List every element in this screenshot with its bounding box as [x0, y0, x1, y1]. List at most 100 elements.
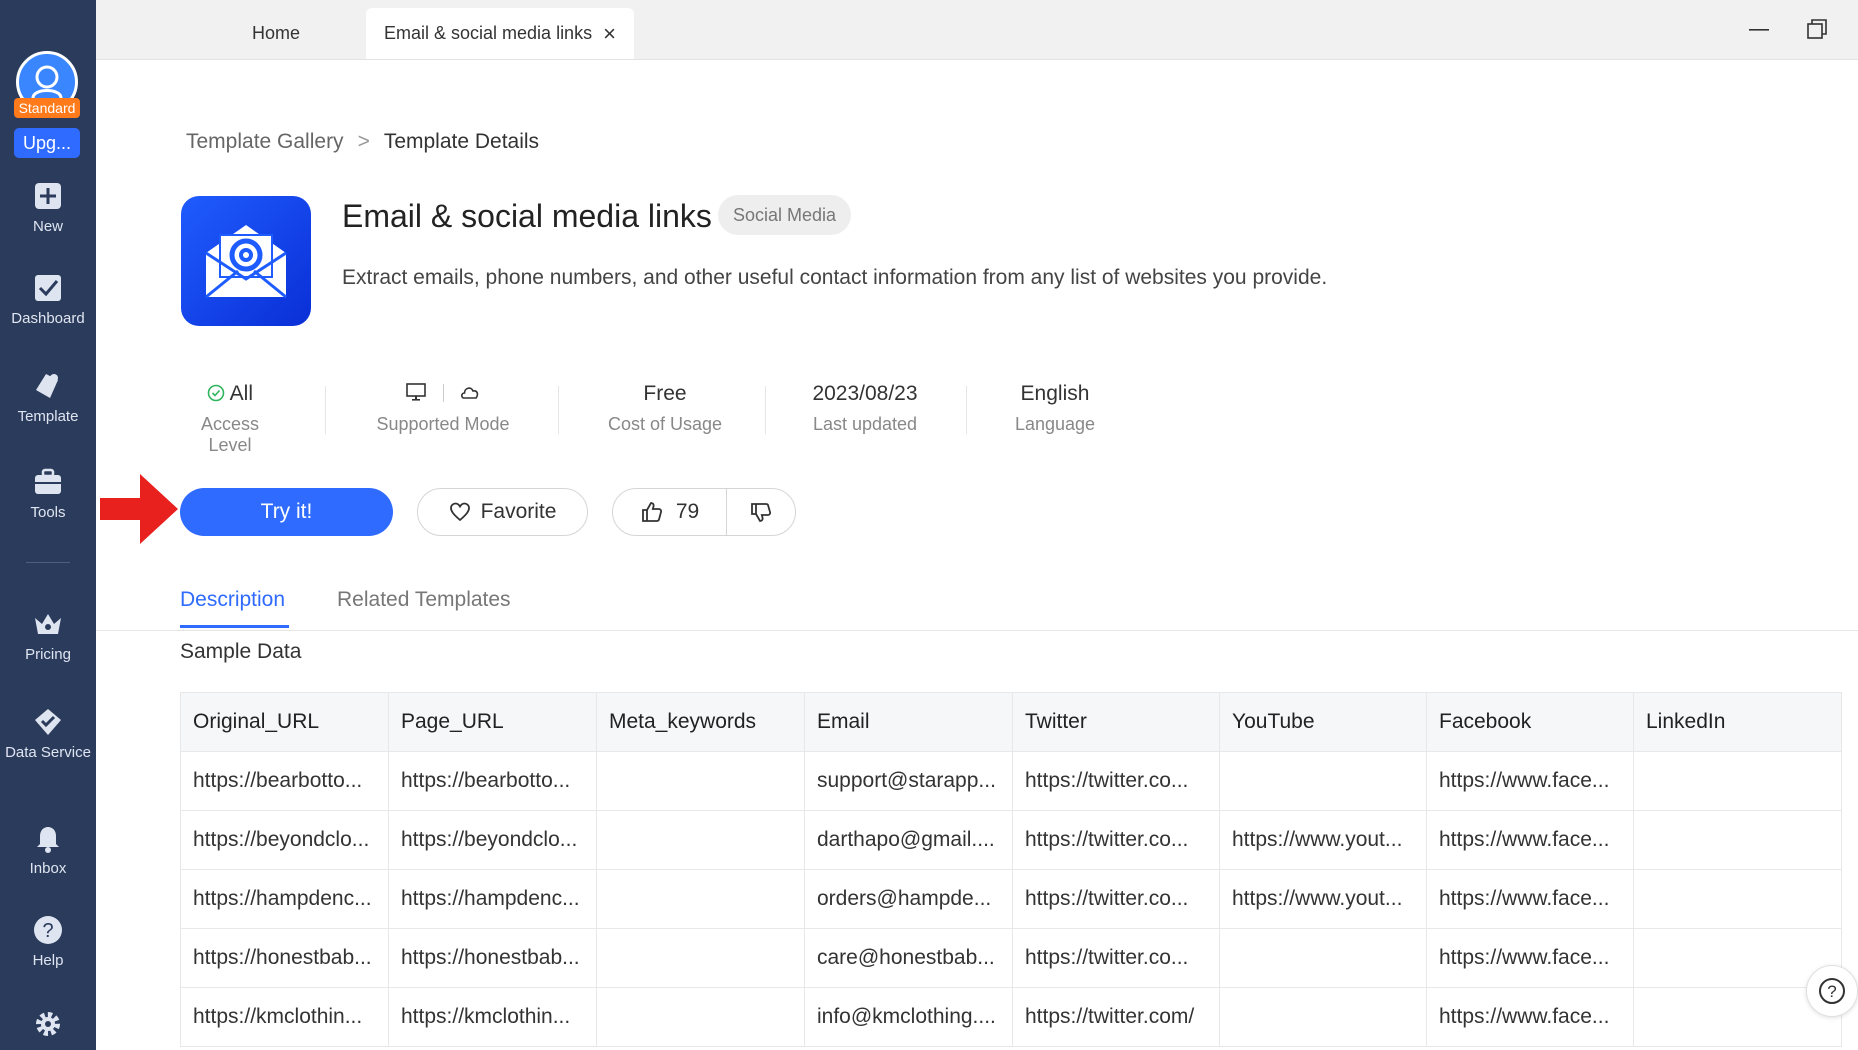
table-cell: https://bearbotto...: [388, 751, 597, 811]
like-count: 79: [675, 500, 700, 523]
sidebar-item-label: Dashboard: [11, 310, 85, 327]
sidebar-item-label: Help: [32, 952, 64, 969]
breadcrumb-current: Template Details: [383, 130, 540, 153]
column-header: Page_URL: [388, 692, 597, 752]
category-tag[interactable]: Social Media: [718, 195, 852, 235]
table-cell: [1633, 869, 1842, 929]
table-cell: https://www.face...: [1426, 751, 1634, 811]
table-cell: [1219, 987, 1427, 1047]
meta-access-level: All Access Level: [180, 380, 280, 456]
table-cell: [596, 751, 805, 811]
table-cell: [1633, 751, 1842, 811]
meta-last-updated: 2023/08/23 Last updated: [805, 380, 925, 435]
language-label: Language: [1014, 414, 1096, 434]
user-avatar[interactable]: Standard: [14, 51, 80, 118]
cost-label: Cost of Usage: [607, 414, 723, 434]
upgrade-button[interactable]: Upg...: [14, 128, 80, 158]
favorite-label: Favorite: [480, 500, 557, 523]
favorite-button[interactable]: Favorite: [417, 488, 588, 536]
try-it-button[interactable]: Try it!: [180, 488, 393, 536]
table-cell: https://www.face...: [1426, 869, 1634, 929]
table-cell: care@honestbab...: [804, 928, 1013, 988]
mode-separator: [442, 384, 444, 402]
table-cell: [596, 869, 805, 929]
active-tab-indicator: [180, 625, 289, 628]
template-logo: [181, 196, 311, 326]
table-row: https://beyondclo... https://beyondclo..…: [180, 810, 1842, 870]
sidebar-item-help[interactable]: ? Help: [0, 914, 96, 969]
minimize-icon[interactable]: [1746, 16, 1772, 42]
meta-divider: [558, 386, 559, 434]
gear-icon: [36, 1012, 60, 1036]
meta-divider: [325, 386, 326, 434]
tab-related-templates[interactable]: Related Templates: [337, 588, 511, 612]
chevron-right-icon: >: [357, 130, 370, 153]
sidebar-item-label: Tools: [30, 504, 66, 521]
column-header: Facebook: [1426, 692, 1634, 752]
table-cell: [596, 987, 805, 1047]
tab-email-social[interactable]: Email & social media links ×: [366, 8, 634, 59]
updated-value: 2023/08/23: [812, 382, 918, 405]
table-cell: https://www.face...: [1426, 928, 1634, 988]
sidebar-item-new[interactable]: New: [0, 180, 96, 235]
svg-text:?: ?: [42, 920, 53, 942]
plan-badge: Standard: [14, 98, 80, 118]
table-cell: support@starapp...: [804, 751, 1013, 811]
table-cell: [596, 810, 805, 870]
table-cell: https://kmclothin...: [388, 987, 597, 1047]
question-circle-icon: ?: [1819, 978, 1845, 1004]
template-description: Extract emails, phone numbers, and other…: [342, 266, 1328, 289]
tab-description[interactable]: Description: [180, 588, 285, 612]
dislike-button[interactable]: [727, 489, 795, 535]
column-header: LinkedIn: [1633, 692, 1842, 752]
sidebar-item-label: Template: [17, 408, 79, 425]
close-icon[interactable]: ×: [603, 8, 616, 59]
sidebar-item-tools[interactable]: Tools: [0, 466, 96, 521]
help-icon: ?: [34, 916, 62, 944]
table-row: https://hampdenc... https://hampdenc... …: [180, 869, 1842, 929]
table-cell: [1633, 810, 1842, 870]
sidebar-item-settings[interactable]: [0, 1008, 96, 1046]
table-row: https://kmclothin... https://kmclothin..…: [180, 987, 1842, 1047]
table-cell: https://bearbotto...: [180, 751, 389, 811]
sidebar-item-template[interactable]: Template: [0, 370, 96, 425]
red-arrow-icon: [100, 474, 178, 544]
table-header-row: Original_URL Page_URL Meta_keywords Emai…: [180, 692, 1842, 752]
table-cell: https://honestbab...: [388, 928, 597, 988]
tabs-divider: [96, 630, 1858, 631]
meta-supported-mode: Supported Mode: [368, 380, 518, 435]
like-button[interactable]: 79: [613, 489, 727, 535]
table-cell: https://www.yout...: [1219, 810, 1427, 870]
sidebar-item-label: Pricing: [25, 646, 71, 663]
heart-icon: [449, 502, 470, 522]
tab-home[interactable]: Home: [206, 8, 346, 59]
table-cell: orders@hampde...: [804, 869, 1013, 929]
check-circle-icon: [207, 384, 225, 402]
sidebar-item-inbox[interactable]: Inbox: [0, 822, 96, 877]
envelope-icon: [205, 225, 287, 299]
column-header: Twitter: [1012, 692, 1220, 752]
sidebar: Standard Upg... New Dashboard Template T…: [0, 0, 96, 1050]
table-row: https://bearbotto... https://bearbotto..…: [180, 751, 1842, 811]
bell-icon: [37, 827, 59, 853]
table-cell: https://kmclothin...: [180, 987, 389, 1047]
cost-value: Free: [643, 382, 687, 405]
breadcrumb-parent[interactable]: Template Gallery: [186, 130, 344, 153]
table-row: https://honestbab... https://honestbab..…: [180, 928, 1842, 988]
table-cell: https://hampdenc...: [180, 869, 389, 929]
sidebar-item-data-service[interactable]: Data Service: [0, 706, 96, 761]
meta-cost: Free Cost of Usage: [605, 380, 725, 435]
table-cell: https://twitter.co...: [1012, 810, 1220, 870]
sidebar-item-dashboard[interactable]: Dashboard: [0, 272, 96, 327]
breadcrumb: Template Gallery > Template Details: [186, 130, 539, 154]
meta-language: English Language: [1005, 380, 1105, 435]
table-cell: info@kmclothing....: [804, 987, 1013, 1047]
data-service-icon: [35, 709, 61, 735]
restore-icon[interactable]: [1804, 16, 1830, 42]
crown-icon: [35, 614, 61, 634]
plus-square-icon: [35, 183, 61, 209]
sidebar-item-pricing[interactable]: Pricing: [0, 608, 96, 663]
table-cell: [1219, 751, 1427, 811]
table-cell: https://twitter.com/: [1012, 987, 1220, 1047]
floating-help-button[interactable]: ?: [1806, 965, 1858, 1017]
